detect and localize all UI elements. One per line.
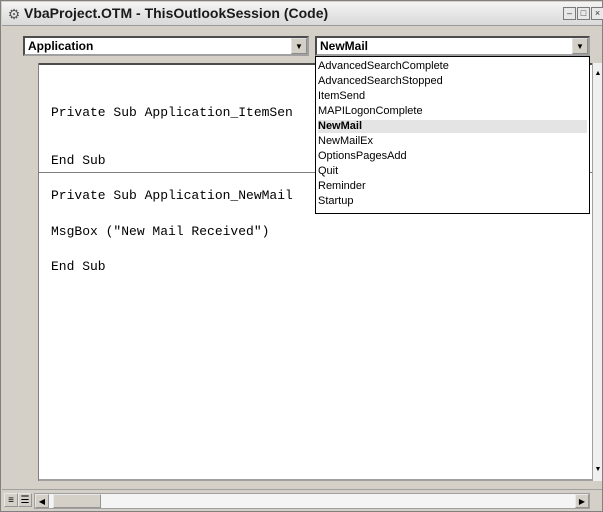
scroll-right-icon[interactable]: ▶ (575, 494, 589, 508)
scroll-up-icon[interactable]: ▲ (593, 69, 603, 79)
restore-icon[interactable]: □ (577, 7, 590, 20)
chevron-down-icon[interactable]: ▼ (572, 38, 588, 54)
object-combo[interactable]: Application ▼ (23, 36, 309, 56)
list-item[interactable]: Reminder (318, 180, 587, 193)
code-line[interactable]: MsgBox ("New Mail Received") (51, 224, 269, 239)
list-item-selected[interactable]: NewMail (318, 120, 587, 133)
code-line[interactable]: End Sub (51, 259, 106, 274)
list-item[interactable]: MAPILogonComplete (318, 105, 587, 118)
scroll-down-icon[interactable]: ▼ (593, 465, 603, 475)
window-title: VbaProject.OTM - ThisOutlookSession (Cod… (24, 5, 329, 21)
list-item[interactable]: AdvancedSearchComplete (318, 60, 587, 73)
scroll-left-icon[interactable]: ◀ (35, 494, 49, 508)
chevron-down-icon[interactable]: ▼ (291, 38, 307, 54)
code-line[interactable]: Private Sub Application_ItemSen (51, 105, 293, 120)
list-item[interactable]: AdvancedSearchStopped (318, 75, 587, 88)
margin-indicator-bar (17, 63, 39, 481)
list-item[interactable]: NewMailEx (318, 135, 587, 148)
full-module-view-icon[interactable]: ☰ (18, 493, 32, 507)
minimize-icon[interactable]: – (563, 7, 576, 20)
procedure-dropdown-list[interactable]: AdvancedSearchComplete AdvancedSearchSto… (315, 56, 590, 214)
close-icon[interactable]: × (591, 7, 603, 20)
scroll-thumb[interactable] (53, 494, 101, 508)
code-line[interactable]: Private Sub Application_NewMail (51, 188, 293, 203)
list-item[interactable]: ItemSend (318, 90, 587, 103)
vba-project-icon: ⚙ (7, 6, 21, 22)
horizontal-scrollbar[interactable]: ◀ ▶ (34, 493, 590, 509)
code-line[interactable]: End Sub (51, 153, 106, 168)
title-bar[interactable]: ⚙ VbaProject.OTM - ThisOutlookSession (C… (2, 2, 603, 26)
procedure-combo-value: NewMail (320, 39, 369, 53)
list-item[interactable]: OptionsPagesAdd (318, 150, 587, 163)
list-item[interactable]: Startup (318, 195, 587, 208)
list-item[interactable]: Quit (318, 165, 587, 178)
object-combo-value: Application (28, 39, 94, 53)
vertical-scrollbar[interactable]: ▲ ▼ (592, 63, 602, 481)
code-window: ⚙ VbaProject.OTM - ThisOutlookSession (C… (0, 0, 603, 512)
bottom-bar: ≡ ☰ ◀ ▶ (2, 489, 602, 511)
procedure-view-icon[interactable]: ≡ (4, 493, 18, 507)
procedure-combo[interactable]: NewMail ▼ (315, 36, 590, 56)
